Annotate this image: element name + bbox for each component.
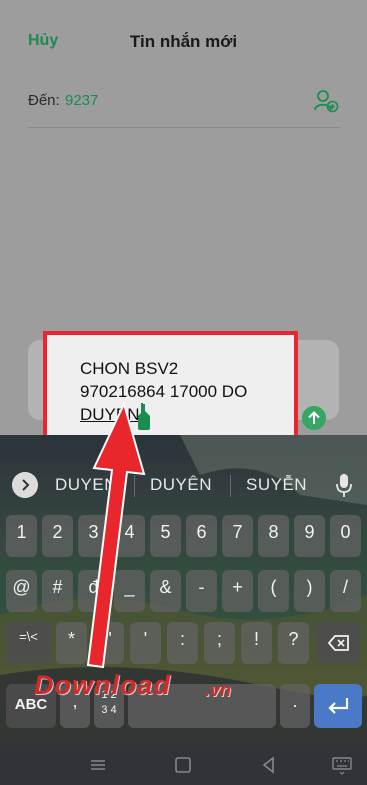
page-title: Tin nhắn mới bbox=[129, 32, 238, 51]
number-key[interactable]: 8 bbox=[258, 515, 289, 557]
symbol-key[interactable]: ( bbox=[258, 570, 289, 612]
number-key[interactable]: 0 bbox=[330, 515, 361, 557]
symbol-key[interactable]: ) bbox=[294, 570, 325, 612]
number-key[interactable]: 5 bbox=[150, 515, 181, 557]
number-key[interactable]: 2 bbox=[42, 515, 73, 557]
message-line-3: DUYEN bbox=[80, 405, 140, 424]
divider bbox=[134, 475, 135, 497]
symbol-key[interactable]: đ bbox=[78, 570, 109, 612]
message-input[interactable]: CHON BSV2 970216864 17000 DO DUYEN bbox=[80, 357, 292, 426]
period-key[interactable]: . bbox=[280, 684, 310, 728]
recipient-label: Đến: bbox=[28, 92, 60, 109]
symbol-key-label: ; bbox=[216, 629, 222, 649]
number-key-label: 7 bbox=[232, 522, 243, 542]
number-key-label: 6 bbox=[196, 522, 207, 542]
symbol-key[interactable]: # bbox=[42, 570, 73, 612]
suggestion-2[interactable]: DUYÊN bbox=[150, 475, 212, 495]
symbol-key-label: # bbox=[52, 577, 63, 597]
back-icon[interactable] bbox=[257, 753, 281, 777]
symbol-key[interactable]: - bbox=[186, 570, 217, 612]
number-key-label: 2 bbox=[52, 522, 63, 542]
recipient-row[interactable]: Đến: 9237 bbox=[0, 80, 367, 128]
symbol-key-label: ? bbox=[288, 629, 299, 649]
watermark-suffix: .vn bbox=[205, 680, 232, 700]
number-key-label: 8 bbox=[268, 522, 279, 542]
number-key[interactable]: 3 bbox=[78, 515, 109, 557]
symbol-key[interactable]: ! bbox=[241, 622, 272, 664]
symbol-key-label: " bbox=[105, 629, 112, 649]
symbol-key-label: ! bbox=[253, 629, 259, 649]
symbol-key-label: =\< bbox=[19, 629, 38, 644]
cursor-handle-icon[interactable] bbox=[137, 404, 151, 430]
message-line-1: CHON BSV2 bbox=[80, 359, 179, 378]
symbol-key[interactable]: * bbox=[56, 622, 87, 664]
number-key-label: 4 bbox=[124, 522, 135, 542]
divider bbox=[230, 475, 231, 497]
keyboard-hide-icon[interactable] bbox=[330, 753, 354, 777]
divider bbox=[28, 127, 340, 128]
symbol-key-label: & bbox=[159, 577, 172, 597]
symbol-key-label: @ bbox=[12, 577, 31, 597]
symbol-key-label: _ bbox=[124, 577, 135, 597]
watermark-logo: Download bbox=[34, 670, 171, 700]
symbol-key[interactable]: & bbox=[150, 570, 181, 612]
symbol-key[interactable]: / bbox=[330, 570, 361, 612]
suggestion-1[interactable]: DUYEN bbox=[55, 475, 117, 495]
backspace-icon bbox=[327, 635, 349, 651]
symbol-key-label: đ bbox=[88, 577, 99, 597]
symbol-key[interactable]: + bbox=[222, 570, 253, 612]
message-line-2: 970216864 17000 DO bbox=[80, 382, 248, 401]
symbol-key[interactable]: @ bbox=[6, 570, 37, 612]
symbol-key[interactable]: ' bbox=[130, 622, 161, 664]
app-header: Hủy Tin nhắn mới bbox=[0, 0, 367, 80]
add-contact-icon[interactable] bbox=[313, 88, 339, 114]
symbol-key[interactable]: ; bbox=[204, 622, 235, 664]
number-key[interactable]: 4 bbox=[114, 515, 145, 557]
enter-arrow-icon bbox=[328, 698, 349, 714]
backspace-key[interactable] bbox=[316, 622, 360, 664]
number-key[interactable]: 9 bbox=[294, 515, 325, 557]
symbol-key[interactable]: ? bbox=[278, 622, 309, 664]
number-key-label: 5 bbox=[160, 522, 171, 542]
symbol-key-label: + bbox=[232, 577, 243, 597]
symbol-key[interactable]: =\< bbox=[6, 622, 51, 664]
symbol-key[interactable]: " bbox=[93, 622, 124, 664]
symbol-key-label: ) bbox=[306, 577, 313, 597]
chevron-right-icon[interactable] bbox=[12, 472, 38, 498]
number-key[interactable]: 1 bbox=[6, 515, 37, 557]
symbol-key-label: - bbox=[198, 577, 205, 597]
number-key[interactable]: 7 bbox=[222, 515, 253, 557]
microphone-icon[interactable] bbox=[336, 472, 352, 498]
symbol-key-label: ( bbox=[270, 577, 277, 597]
symbol-key-label: / bbox=[342, 577, 348, 597]
system-nav-bar bbox=[0, 745, 367, 785]
send-arrow-icon[interactable] bbox=[302, 406, 326, 430]
symbol-key[interactable]: : bbox=[167, 622, 198, 664]
home-icon[interactable] bbox=[171, 753, 195, 777]
suggestion-bar: DUYEN DUYÊN SUYỄN bbox=[0, 435, 367, 498]
symbol-key[interactable]: _ bbox=[114, 570, 145, 612]
recipient-value[interactable]: 9237 bbox=[65, 92, 98, 109]
enter-key[interactable] bbox=[314, 684, 362, 728]
number-key-label: 9 bbox=[304, 522, 315, 542]
symbol-key-label: * bbox=[67, 629, 75, 649]
number-key-label: 3 bbox=[88, 522, 99, 542]
symbol-key-label: ' bbox=[143, 629, 148, 649]
menu-icon[interactable] bbox=[86, 753, 110, 777]
suggestion-3[interactable]: SUYỄN bbox=[246, 475, 307, 495]
symbol-key-label: : bbox=[179, 629, 185, 649]
number-key-label: 1 bbox=[16, 522, 27, 542]
number-key-label: 0 bbox=[340, 522, 351, 542]
number-key[interactable]: 6 bbox=[186, 515, 217, 557]
